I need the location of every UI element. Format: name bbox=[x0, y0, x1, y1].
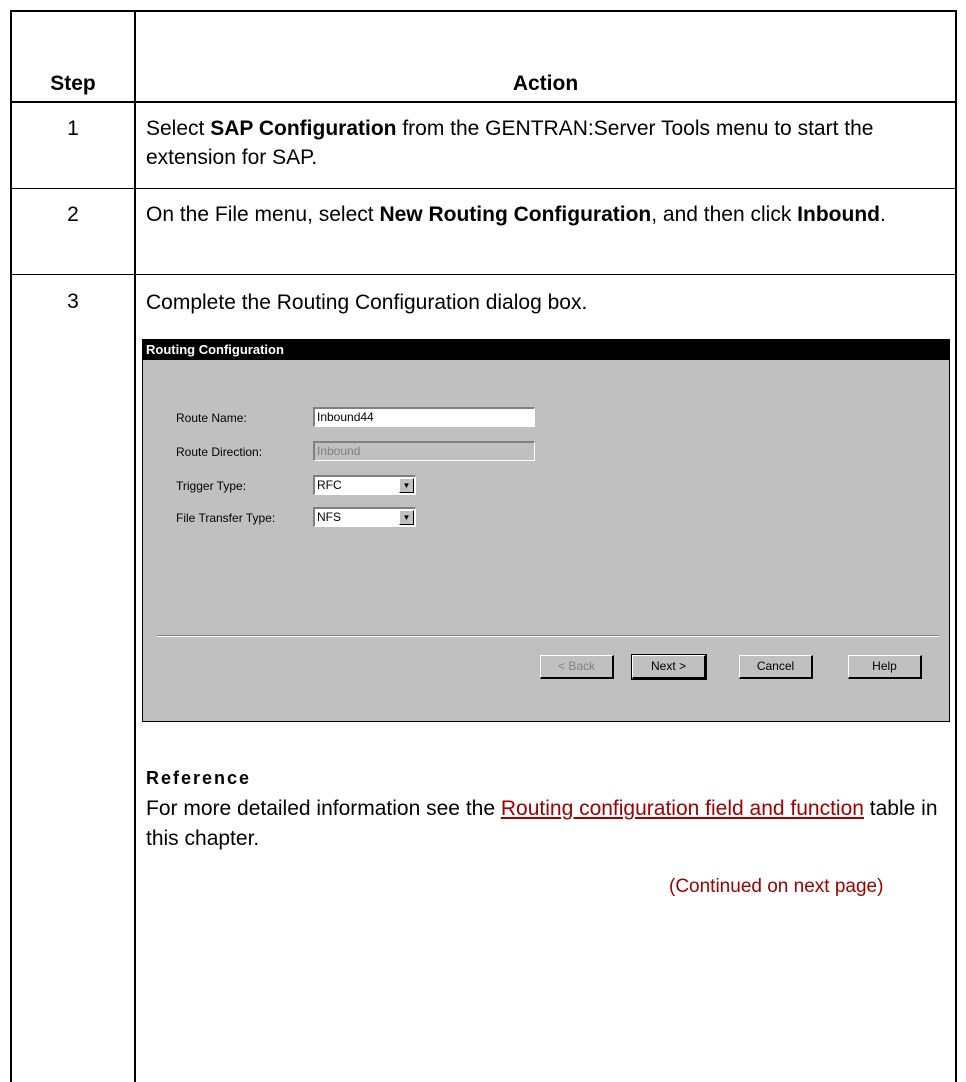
row-divider-1 bbox=[10, 188, 957, 189]
step-2-bold-inbound: Inbound bbox=[797, 203, 880, 226]
trigger-type-select[interactable]: RFC ▼ bbox=[313, 475, 416, 495]
steps-table: Step Action 1 Select SAP Configuration f… bbox=[0, 0, 966, 1082]
header-step: Step bbox=[50, 72, 96, 95]
table-border-right bbox=[955, 10, 957, 1082]
dropdown-arrow-icon[interactable]: ▼ bbox=[399, 478, 414, 493]
back-button[interactable]: < Back bbox=[540, 655, 614, 679]
step-action-2: On the File menu, select New Routing Con… bbox=[146, 200, 946, 229]
reference-text-start: For more detailed information see the bbox=[146, 797, 501, 820]
file-transfer-type-select[interactable]: NFS ▼ bbox=[313, 507, 416, 527]
route-name-input[interactable]: Inbound44 bbox=[313, 407, 535, 427]
column-divider bbox=[134, 10, 136, 1082]
cancel-button[interactable]: Cancel bbox=[739, 655, 813, 679]
routing-configuration-link[interactable]: Routing configuration field and function bbox=[501, 797, 864, 820]
step-number-2: 2 bbox=[67, 203, 79, 226]
route-name-label: Route Name: bbox=[176, 411, 247, 425]
header-divider bbox=[10, 101, 957, 103]
step-2-text: On the File menu, select bbox=[146, 203, 380, 226]
file-transfer-type-value: NFS bbox=[317, 510, 341, 524]
step-number-3: 3 bbox=[67, 290, 79, 313]
table-border-left bbox=[10, 10, 12, 1082]
reference-heading: Reference bbox=[146, 768, 252, 788]
step-2-text-mid: , and then click bbox=[651, 203, 798, 226]
next-button[interactable]: Next > bbox=[631, 654, 707, 680]
row-divider-2 bbox=[10, 274, 957, 275]
help-button[interactable]: Help bbox=[848, 655, 922, 679]
trigger-type-value: RFC bbox=[317, 478, 342, 492]
dropdown-arrow-icon[interactable]: ▼ bbox=[399, 510, 414, 525]
reference-text: For more detailed information see the Ro… bbox=[146, 794, 946, 854]
table-border-top bbox=[10, 10, 957, 12]
routing-configuration-dialog: Routing Configuration Route Name: Inboun… bbox=[142, 339, 950, 722]
step-action-3: Complete the Routing Configuration dialo… bbox=[146, 291, 588, 314]
dialog-separator bbox=[157, 635, 939, 637]
step-2-text-end: . bbox=[879, 203, 886, 226]
step-action-1: Select SAP Configuration from the GENTRA… bbox=[146, 114, 946, 172]
continued-note: (Continued on next page) bbox=[669, 876, 884, 897]
route-direction-label: Route Direction: bbox=[176, 445, 263, 459]
step-2-bold-menu: New Routing Configuration bbox=[379, 203, 652, 226]
route-direction-input: Inbound bbox=[313, 441, 535, 461]
header-action: Action bbox=[512, 72, 579, 95]
step-number-1: 1 bbox=[67, 117, 79, 140]
trigger-type-label: Trigger Type: bbox=[176, 479, 247, 493]
step-1-text: Select bbox=[146, 117, 211, 140]
file-transfer-type-label: File Transfer Type: bbox=[176, 511, 276, 525]
step-1-bold: SAP Configuration bbox=[210, 117, 397, 140]
dialog-title: Routing Configuration bbox=[143, 340, 949, 360]
